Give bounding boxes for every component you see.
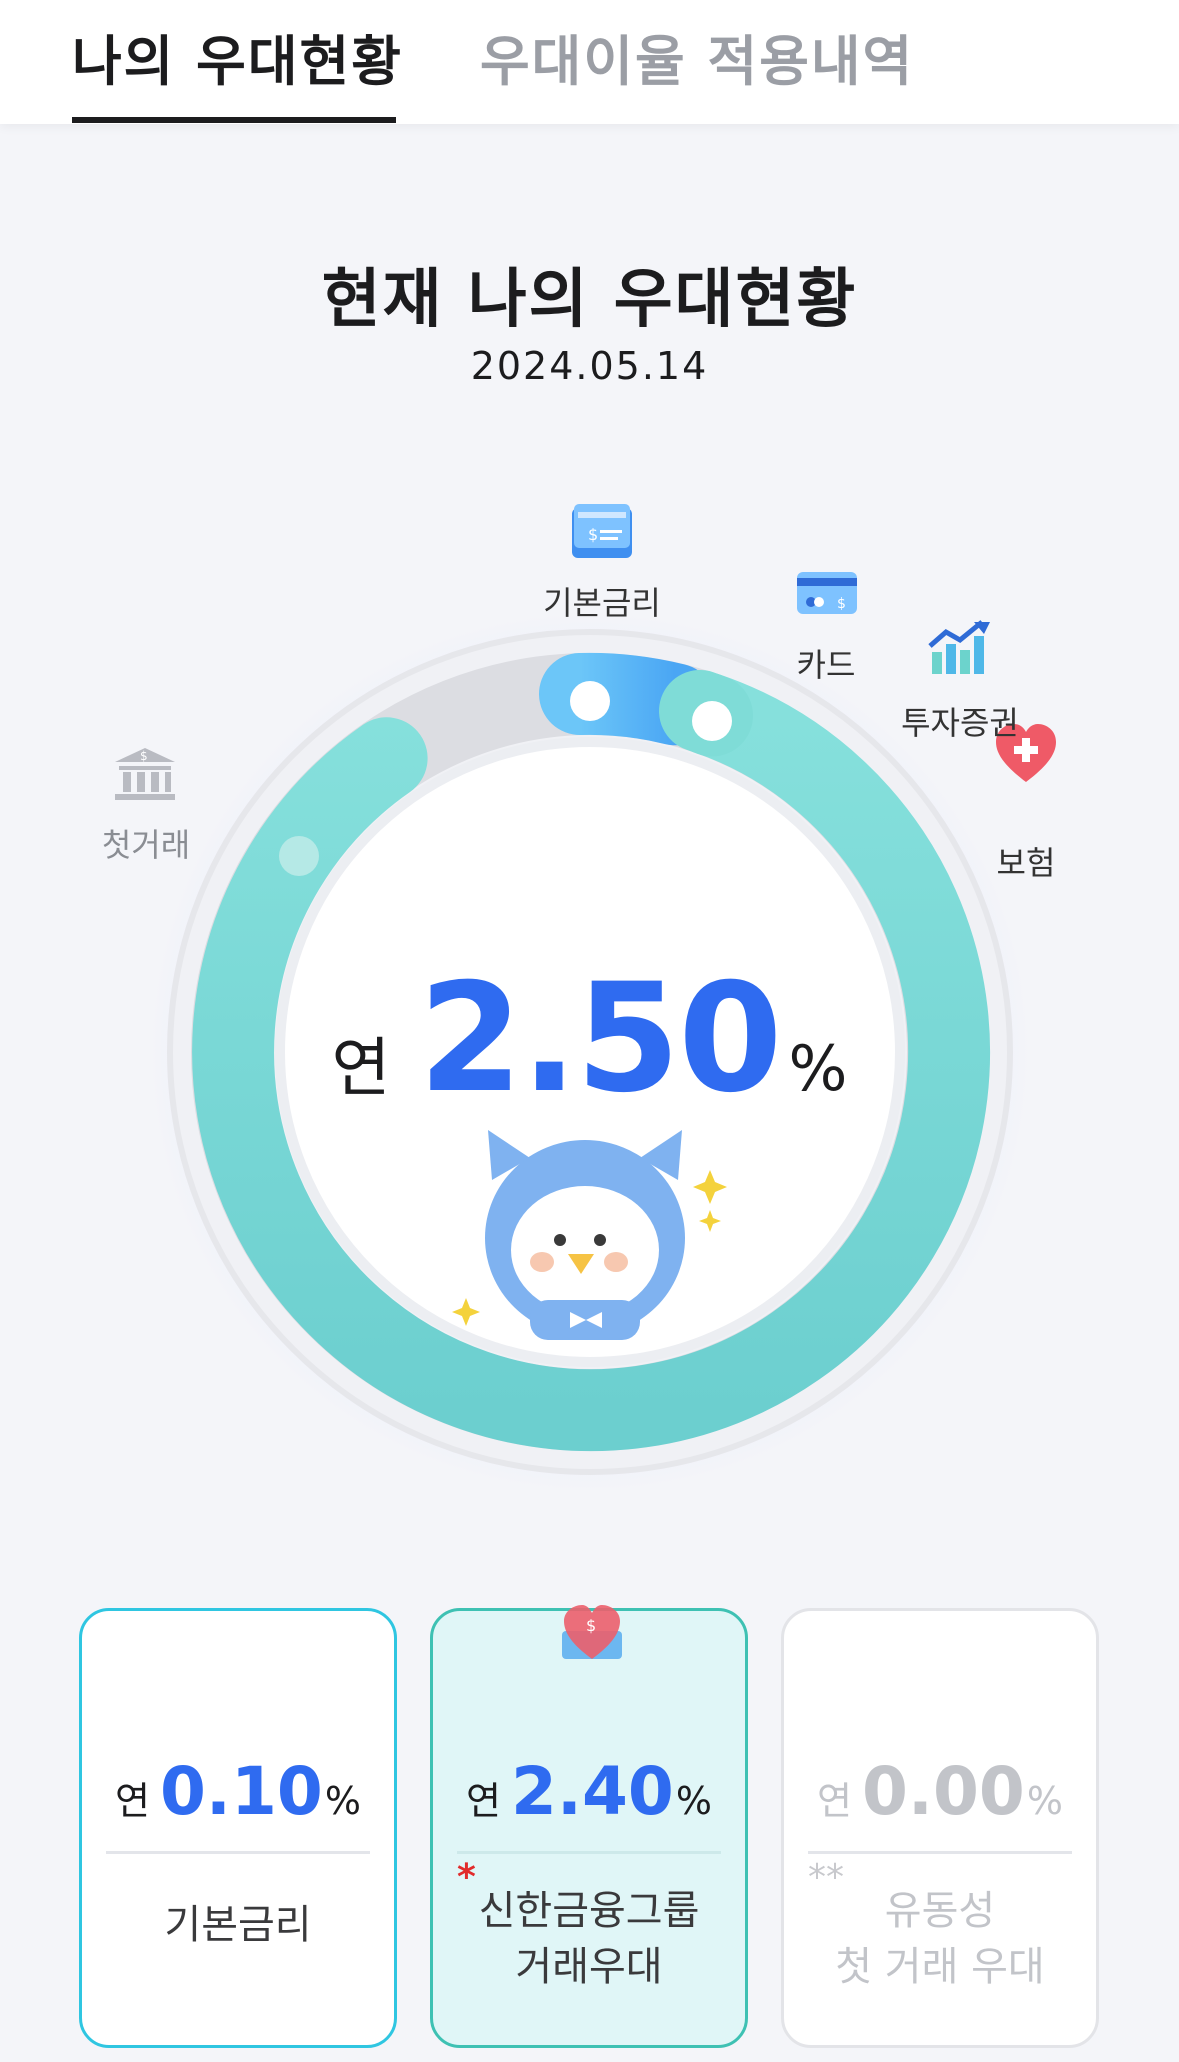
gauge-dot-first xyxy=(279,836,319,876)
card-label-line1: 유동성 xyxy=(884,1888,996,1934)
card-label-line2: 거래우대 xyxy=(515,1944,663,1990)
card-rate-value: 2.40 xyxy=(511,1753,674,1830)
category-label-investment: 투자증권 xyxy=(901,704,1019,742)
card-rate-unit: % xyxy=(1026,1779,1063,1823)
svg-text:$: $ xyxy=(837,596,846,612)
tab-my-benefits[interactable]: 나의 우대현황 xyxy=(72,10,403,114)
card-liquidity-first-transaction[interactable]: 연 0.00% ** 유동성 첫 거래 우대 xyxy=(781,1608,1099,2048)
bank-icon: $ xyxy=(115,748,175,800)
total-rate-prefix: 연 xyxy=(331,1032,391,1106)
card-divider xyxy=(808,1851,1072,1854)
card-rate-prefix: 연 xyxy=(466,1779,501,1823)
card-label-line1: 신한금융그룹 xyxy=(478,1888,700,1934)
card-label: 기본금리 xyxy=(164,1902,312,1948)
investment-chart-icon xyxy=(928,620,990,674)
card-rate-unit: % xyxy=(675,1779,712,1823)
card-rate-value: 0.10 xyxy=(160,1753,323,1830)
card-rate-prefix: 연 xyxy=(817,1779,852,1823)
gauge-dot-base xyxy=(570,681,610,721)
total-rate: 연 2.50% xyxy=(0,952,1179,1126)
card-label-line2: 첫 거래 우대 xyxy=(835,1944,1045,1990)
benefit-cards: 연 0.10% 기본금리 $ 연 2.40% * 신한금융그룹 거래우대 연 0.00… xyxy=(0,1605,1179,2062)
tab-bar: 나의 우대현황 우대이율 적용내역 xyxy=(0,0,1179,124)
svg-text:$: $ xyxy=(588,525,598,544)
total-rate-value: 2.50 xyxy=(418,952,782,1126)
category-label-card: 카드 xyxy=(796,646,856,684)
heart-card-icon: $ xyxy=(562,1605,622,1659)
active-tab-indicator xyxy=(72,117,396,123)
category-label-base-rate: 기본금리 xyxy=(543,584,661,622)
card-divider xyxy=(106,1851,370,1854)
card-rate: 연 0.00% xyxy=(784,1753,1096,1830)
category-label-first-transaction: 첫거래 xyxy=(101,826,191,864)
card-rate-prefix: 연 xyxy=(115,1779,150,1823)
card-rate: 연 0.10% xyxy=(82,1753,394,1830)
page-title: 현재 나의 우대현황 xyxy=(321,263,858,337)
card-rate-unit: % xyxy=(324,1779,361,1823)
card-rate-value: 0.00 xyxy=(862,1753,1025,1830)
card-base-rate[interactable]: 연 0.10% 기본금리 xyxy=(79,1608,397,2048)
tab-rate-history[interactable]: 우대이율 적용내역 xyxy=(480,10,914,114)
total-rate-unit: % xyxy=(788,1032,848,1105)
card-divider xyxy=(457,1851,721,1854)
card-icon: $ xyxy=(797,572,857,614)
svg-text:$: $ xyxy=(586,1616,596,1635)
card-shinhan-group-benefit[interactable]: $ 연 2.40% * 신한금융그룹 거래우대 xyxy=(430,1605,748,2048)
gauge-dot-card xyxy=(692,701,732,741)
svg-text:$: $ xyxy=(140,749,148,763)
category-label-insurance: 보험 xyxy=(996,844,1056,882)
card-label: 유동성 첫 거래 우대 xyxy=(784,1883,1096,1995)
base-rate-icon: $ xyxy=(572,504,632,558)
status-date: 2024.05.14 xyxy=(470,344,709,388)
card-rate: 연 2.40% xyxy=(433,1753,745,1830)
card-label: 신한금융그룹 거래우대 xyxy=(433,1883,745,1995)
